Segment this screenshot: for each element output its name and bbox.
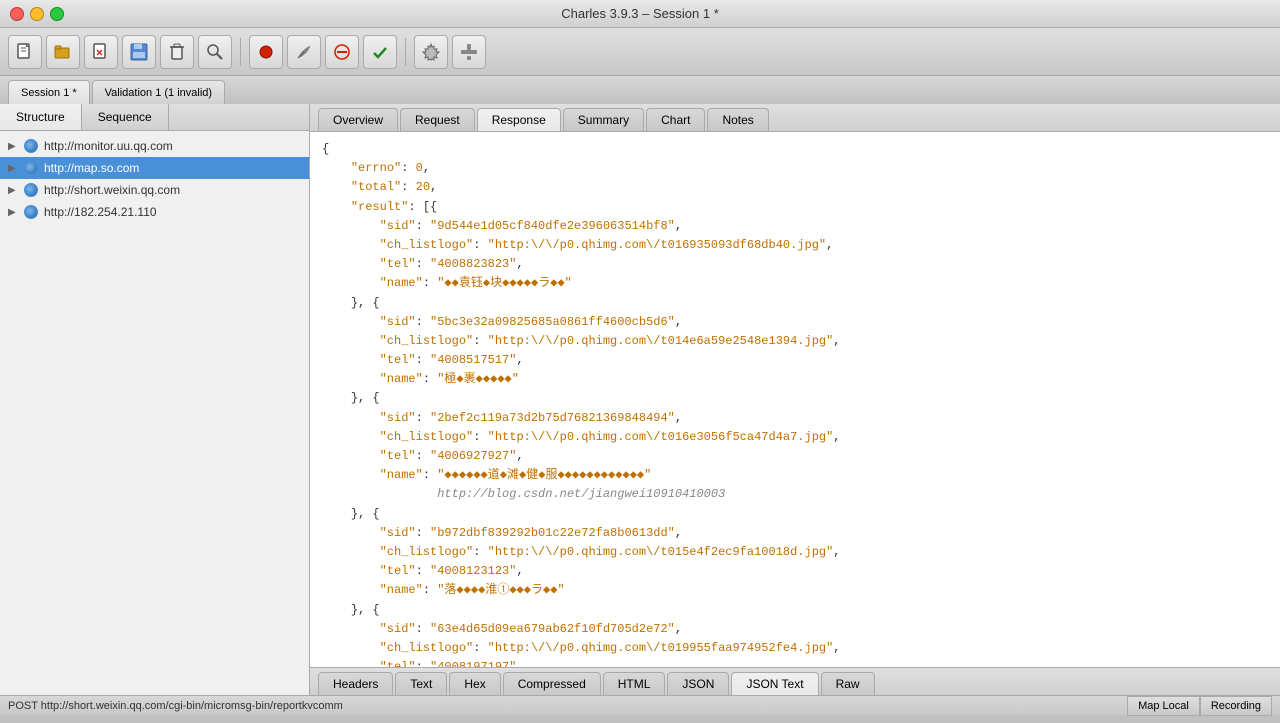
minimize-button[interactable] xyxy=(30,7,44,21)
toolbar xyxy=(0,28,1280,76)
session-tab-1[interactable]: Session 1 * xyxy=(8,80,90,104)
settings-button[interactable] xyxy=(414,35,448,69)
tree-item-uu[interactable]: ▶ http://monitor.uu.qq.com xyxy=(0,135,309,157)
tree-item-weixin[interactable]: ▶ http://short.weixin.qq.com xyxy=(0,179,309,201)
sequence-tab[interactable]: Sequence xyxy=(82,104,169,130)
tools-button[interactable] xyxy=(452,35,486,69)
separator-1 xyxy=(240,38,241,66)
tree-item-map[interactable]: ▶ http://map.so.com xyxy=(0,157,309,179)
delete-button[interactable] xyxy=(160,35,194,69)
record-button[interactable] xyxy=(249,35,283,69)
summary-tab[interactable]: Summary xyxy=(563,108,644,131)
close-file-button[interactable] xyxy=(84,35,118,69)
tree-arrow-ip: ▶ xyxy=(8,207,22,218)
status-right: Map Local Recording xyxy=(1127,696,1272,716)
right-panel: Overview Request Response Summary Chart … xyxy=(310,104,1280,695)
separator-2 xyxy=(405,38,406,66)
tree-arrow-map: ▶ xyxy=(8,163,22,174)
left-panel-tabs: Structure Sequence xyxy=(0,104,309,131)
text-tab[interactable]: Text xyxy=(395,672,447,695)
open-button[interactable] xyxy=(46,35,80,69)
feather-button[interactable] xyxy=(287,35,321,69)
save-button[interactable] xyxy=(122,35,156,69)
tree-label-map: http://map.so.com xyxy=(44,161,139,175)
window-controls[interactable] xyxy=(10,7,64,21)
globe-icon-weixin xyxy=(22,182,40,198)
bottom-tabs: Headers Text Hex Compressed HTML JSON JS… xyxy=(310,667,1280,695)
globe-icon-ip xyxy=(22,204,40,220)
session-tab-validation[interactable]: Validation 1 (1 invalid) xyxy=(92,80,225,104)
main-content: Structure Sequence ▶ http://monitor.uu.q… xyxy=(0,104,1280,695)
structure-tab[interactable]: Structure xyxy=(0,104,82,130)
right-tabs: Overview Request Response Summary Chart … xyxy=(310,104,1280,132)
title-bar: Charles 3.9.3 – Session 1 * xyxy=(0,0,1280,28)
headers-tab[interactable]: Headers xyxy=(318,672,393,695)
tree-view: ▶ http://monitor.uu.qq.com ▶ http://map.… xyxy=(0,131,309,695)
window-title: Charles 3.9.3 – Session 1 * xyxy=(561,6,719,21)
new-session-button[interactable] xyxy=(8,35,42,69)
tree-arrow-uu: ▶ xyxy=(8,141,22,152)
status-bar: POST http://short.weixin.qq.com/cgi-bin/… xyxy=(0,695,1280,715)
hex-tab[interactable]: Hex xyxy=(449,672,500,695)
overview-tab[interactable]: Overview xyxy=(318,108,398,131)
map-local-button[interactable]: Map Local xyxy=(1127,696,1200,716)
json-tab[interactable]: JSON xyxy=(667,672,729,695)
html-tab[interactable]: HTML xyxy=(603,672,666,695)
tree-arrow-weixin: ▶ xyxy=(8,185,22,196)
request-tab[interactable]: Request xyxy=(400,108,475,131)
request-info: POST http://short.weixin.qq.com/cgi-bin/… xyxy=(8,700,343,712)
json-text-tab[interactable]: JSON Text xyxy=(731,672,818,695)
tree-label-uu: http://monitor.uu.qq.com xyxy=(44,139,173,153)
globe-icon-map xyxy=(22,160,40,176)
response-tab[interactable]: Response xyxy=(477,108,561,131)
notes-tab[interactable]: Notes xyxy=(707,108,768,131)
globe-icon-uu xyxy=(22,138,40,154)
tree-item-ip[interactable]: ▶ http://182.254.21.110 xyxy=(0,201,309,223)
session-tabs: Session 1 * Validation 1 (1 invalid) xyxy=(0,76,1280,104)
tree-label-ip: http://182.254.21.110 xyxy=(44,205,157,219)
content-area: { "errno": 0, "total": 20, "result": [{ … xyxy=(310,132,1280,667)
raw-tab[interactable]: Raw xyxy=(821,672,875,695)
recording-button[interactable]: Recording xyxy=(1200,696,1272,716)
find-button[interactable] xyxy=(198,35,232,69)
validate-button[interactable] xyxy=(363,35,397,69)
tree-label-weixin: http://short.weixin.qq.com xyxy=(44,183,180,197)
chart-tab[interactable]: Chart xyxy=(646,108,705,131)
compressed-tab[interactable]: Compressed xyxy=(503,672,601,695)
maximize-button[interactable] xyxy=(50,7,64,21)
stop-button[interactable] xyxy=(325,35,359,69)
close-button[interactable] xyxy=(10,7,24,21)
left-panel: Structure Sequence ▶ http://monitor.uu.q… xyxy=(0,104,310,695)
json-viewer[interactable]: { "errno": 0, "total": 20, "result": [{ … xyxy=(310,132,1280,667)
